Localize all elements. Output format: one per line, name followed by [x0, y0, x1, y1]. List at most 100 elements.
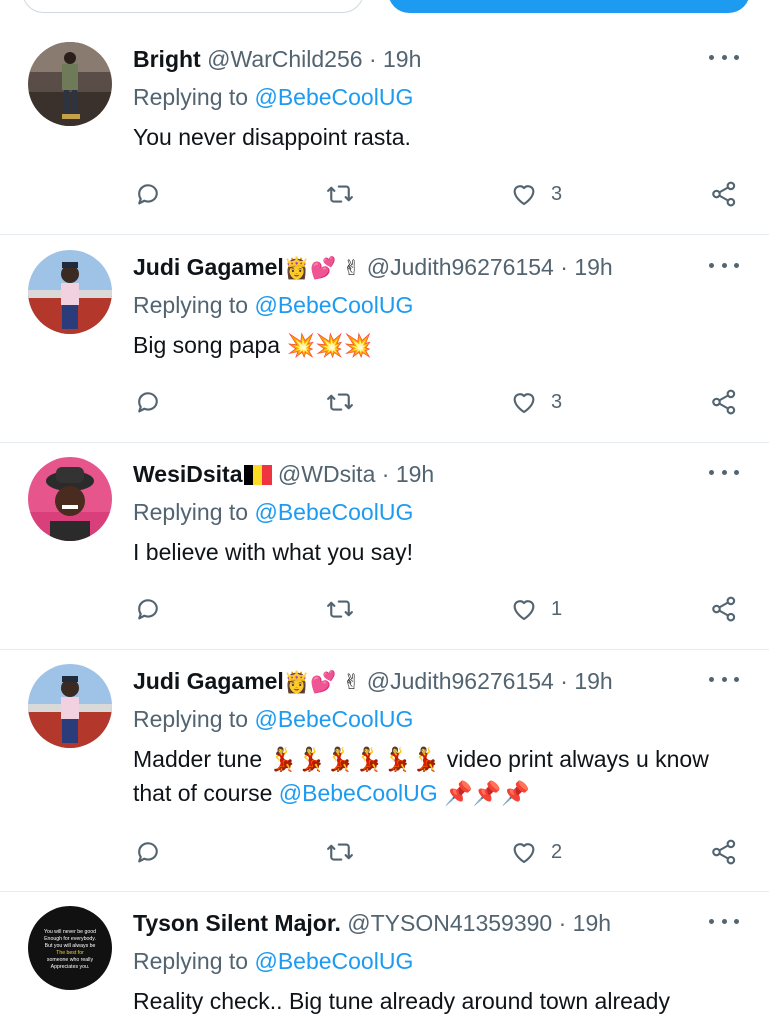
user-handle[interactable]: @Judith96276154	[367, 254, 554, 280]
timestamp[interactable]: 19h	[396, 461, 434, 487]
replying-to-label: Replying to	[133, 292, 249, 318]
reply-button[interactable]	[133, 178, 163, 210]
replying-to-label: Replying to	[133, 499, 249, 525]
user-handle[interactable]: @WDsita	[278, 461, 375, 487]
timestamp[interactable]: 19h	[383, 46, 421, 72]
name-emoji: 👸💕 ✌	[283, 256, 361, 280]
separator-dot: ·	[560, 254, 568, 280]
tweet-actions: 1	[133, 593, 747, 625]
display-name[interactable]: Tyson Silent Major.	[133, 910, 341, 936]
reply-mention-link[interactable]: @BebeCoolUG	[254, 706, 413, 732]
retweet-button[interactable]	[325, 386, 355, 418]
share-button[interactable]	[709, 386, 739, 418]
separator-dot: ·	[560, 668, 568, 694]
reply-button[interactable]	[133, 593, 163, 625]
reply-mention-link[interactable]: @BebeCoolUG	[254, 948, 413, 974]
reply-icon	[138, 392, 158, 413]
heart-icon	[513, 600, 535, 621]
share-button[interactable]	[709, 178, 739, 210]
share-icon	[712, 839, 736, 865]
avatar[interactable]	[28, 250, 112, 334]
tweet-actions: 3	[133, 386, 747, 418]
tweet-header: Judi Gagamel👸💕 ✌ @Judith96276154 · 19h	[133, 252, 613, 283]
share-icon	[712, 181, 736, 207]
more-icon[interactable]	[709, 672, 739, 686]
tweet-text-suffix: 📌📌📌	[437, 780, 530, 806]
reply-button[interactable]	[133, 836, 163, 868]
more-icon[interactable]	[709, 258, 739, 272]
avatar-text-6: Appreciates you.	[51, 964, 90, 970]
user-handle[interactable]: @WarChild256	[207, 46, 362, 72]
display-name[interactable]: WesiDsita	[133, 461, 243, 487]
more-icon[interactable]	[709, 914, 739, 928]
text-mention-link[interactable]: @BebeCoolUG	[279, 780, 438, 806]
like-count: 1	[551, 597, 563, 620]
tweet-text: Big song papa 💥💥💥	[133, 328, 729, 362]
like-button[interactable]: 3	[509, 386, 562, 418]
retweet-button[interactable]	[325, 836, 355, 868]
primary-button[interactable]	[388, 0, 750, 13]
like-button[interactable]: 1	[509, 593, 562, 625]
tweet-reply[interactable]: You will never be good Enough for everyb…	[0, 892, 769, 1024]
tweet-text-body: You never disappoint rasta.	[133, 124, 411, 150]
tweet-header: WesiDsita @WDsita · 19h	[133, 459, 434, 489]
retweet-icon	[327, 393, 353, 411]
avatar[interactable]	[28, 42, 112, 126]
retweet-button[interactable]	[325, 178, 355, 210]
timestamp[interactable]: 19h	[574, 668, 612, 694]
user-handle[interactable]: @Judith96276154	[367, 668, 554, 694]
display-name[interactable]: Judi Gagamel	[133, 254, 284, 280]
reply-mention-link[interactable]: @BebeCoolUG	[254, 499, 413, 525]
more-icon[interactable]	[709, 465, 739, 479]
tweet-text: I believe with what you say!	[133, 535, 729, 569]
separator-dot: ·	[368, 46, 377, 72]
separator-dot: ·	[558, 910, 567, 936]
tweet-actions: 3	[133, 178, 747, 210]
share-icon	[712, 596, 736, 622]
reply-icon	[138, 184, 158, 205]
like-count: 3	[551, 182, 563, 205]
tweet-reply[interactable]: WesiDsita @WDsita · 19h Replying to @Beb…	[0, 443, 769, 650]
name-emoji: 👸💕 ✌	[283, 670, 361, 694]
avatar[interactable]	[28, 457, 112, 541]
display-name[interactable]: Judi Gagamel	[133, 668, 284, 694]
tweet-actions: 2	[133, 836, 747, 868]
tweet-text: Reality check.. Big tune already around …	[133, 984, 729, 1018]
user-handle[interactable]: @TYSON41359390	[347, 910, 552, 936]
avatar-text-3: But you will always be	[45, 943, 96, 949]
replying-to-label: Replying to	[133, 948, 249, 974]
reply-icon	[138, 842, 158, 863]
avatar-text-2: Enough for everybody.	[44, 936, 96, 942]
timestamp[interactable]: 19h	[573, 910, 611, 936]
tweet-reply[interactable]: Judi Gagamel👸💕 ✌ @Judith96276154 · 19h R…	[0, 650, 769, 892]
tweet-header: Judi Gagamel👸💕 ✌ @Judith96276154 · 19h	[133, 666, 613, 697]
avatar-text-1: You will never be good	[44, 929, 96, 935]
reply-icon	[138, 599, 158, 620]
like-button[interactable]: 2	[509, 836, 562, 868]
tweet-reply[interactable]: Judi Gagamel👸💕 ✌ @Judith96276154 · 19h R…	[0, 236, 769, 443]
retweet-button[interactable]	[325, 593, 355, 625]
replying-to: Replying to @BebeCoolUG	[133, 946, 413, 976]
reply-mention-link[interactable]: @BebeCoolUG	[254, 292, 413, 318]
avatar[interactable]	[28, 664, 112, 748]
tweet-reply[interactable]: Bright @WarChild256 · 19h Replying to @B…	[0, 28, 769, 235]
replying-to: Replying to @BebeCoolUG	[133, 290, 413, 320]
retweet-icon	[327, 600, 353, 618]
belgium-flag-icon	[243, 462, 272, 485]
top-action-bar	[0, 0, 769, 14]
tweet-text-body: Big song papa 💥💥💥	[133, 332, 373, 358]
reply-button[interactable]	[133, 386, 163, 418]
timestamp[interactable]: 19h	[574, 254, 612, 280]
avatar-text-5: someone who really	[47, 957, 94, 963]
like-button[interactable]: 3	[509, 178, 562, 210]
display-name[interactable]: Bright	[133, 46, 201, 72]
share-button[interactable]	[709, 836, 739, 868]
replying-to-label: Replying to	[133, 84, 249, 110]
avatar[interactable]: You will never be good Enough for everyb…	[28, 906, 112, 990]
secondary-button[interactable]	[22, 0, 364, 13]
share-button[interactable]	[709, 593, 739, 625]
more-icon[interactable]	[709, 50, 739, 64]
reply-mention-link[interactable]: @BebeCoolUG	[254, 84, 413, 110]
avatar-text-4: The best for	[56, 950, 84, 956]
heart-icon	[513, 185, 535, 206]
